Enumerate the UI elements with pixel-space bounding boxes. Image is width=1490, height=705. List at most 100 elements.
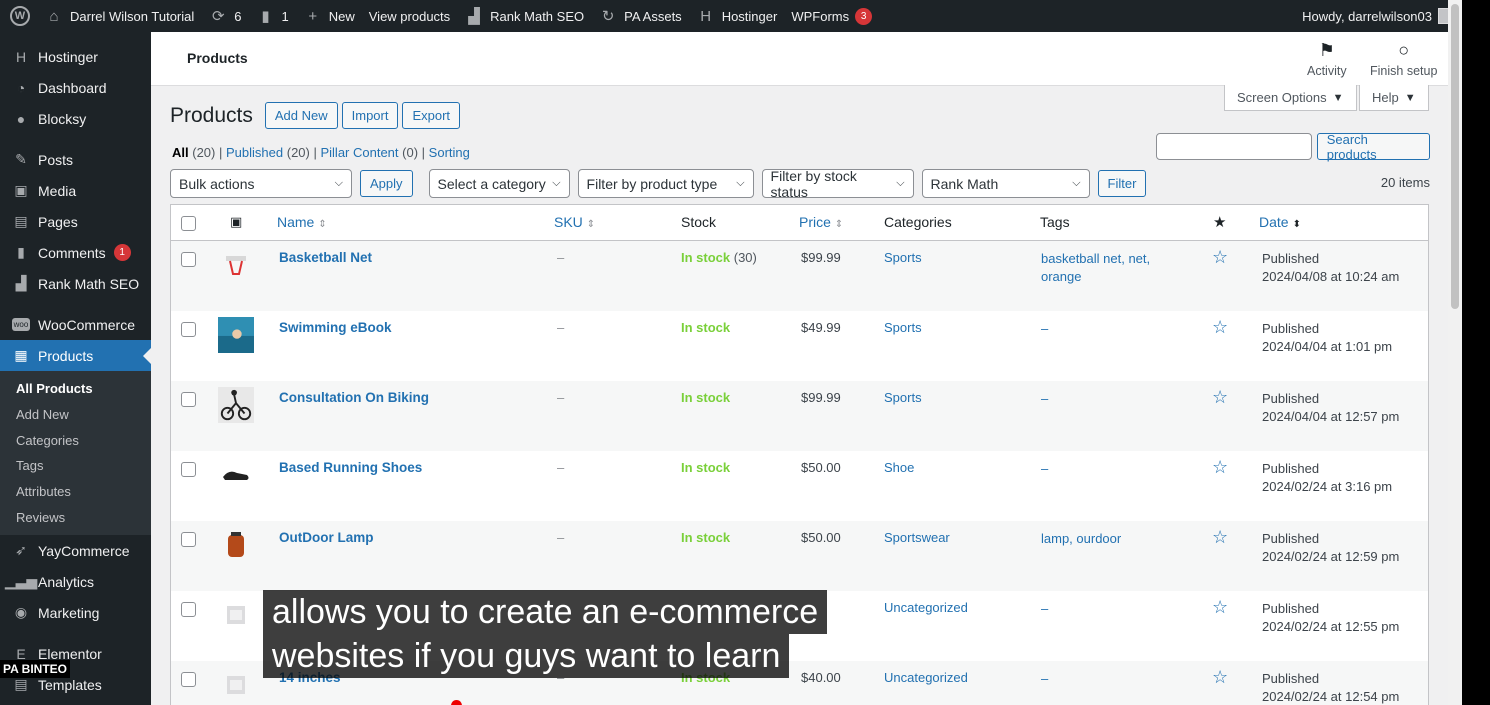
hostinger-link[interactable]: H Hostinger [689,0,785,32]
column-sku[interactable]: SKU ⇕ [554,214,595,230]
star-icon[interactable]: ☆ [1212,247,1228,268]
sidebar-item-analytics[interactable]: ▁▃▅ Analytics [0,566,151,597]
submenu-add-new[interactable]: Add New [0,402,151,428]
account-menu[interactable]: Howdy, darrelwilson03 [1295,0,1462,32]
filter-sorting[interactable]: Sorting [429,145,470,160]
row-checkbox[interactable] [181,392,196,407]
product-name-link[interactable]: Based Running Shoes [279,460,422,475]
star-icon[interactable]: ☆ [1212,317,1228,338]
wpforms-link[interactable]: WPForms 3 [784,0,879,32]
submenu-all-products[interactable]: All Products [0,376,151,402]
product-thumbnail[interactable] [218,317,254,353]
scrollbar[interactable] [1448,0,1462,705]
sidebar-item-yaycommerce[interactable]: ➶ YayCommerce [0,535,151,566]
tags-link[interactable]: – [1041,601,1048,616]
column-name[interactable]: Name ⇕ [277,214,327,230]
row-checkbox[interactable] [181,252,196,267]
activity-button[interactable]: ⚑ Activity [1307,40,1347,78]
product-thumbnail[interactable] [218,667,254,703]
star-icon[interactable]: ☆ [1212,387,1228,408]
filter-pillar[interactable]: Pillar Content (0) [320,145,418,160]
finish-setup-button[interactable]: ○ Finish setup [1370,40,1437,78]
category-link[interactable]: Sports [884,250,922,265]
sidebar-item-blocksy[interactable]: ● Blocksy [0,103,151,134]
column-date[interactable]: Date ⬍ [1259,214,1301,230]
table-row[interactable]: Basketball Net – In stock (30) $99.99 Sports… [171,241,1428,311]
star-icon[interactable]: ☆ [1212,667,1228,688]
product-thumbnail[interactable] [218,597,254,633]
screen-options-button[interactable]: Screen Options ▼ [1224,85,1357,111]
tags-link[interactable]: – [1041,461,1048,476]
category-link[interactable]: Sportswear [884,530,950,545]
submenu-categories[interactable]: Categories [0,427,151,453]
product-thumbnail[interactable] [218,457,254,493]
product-name-link[interactable]: OutDoor Lamp [279,530,374,545]
product-thumbnail[interactable] [218,527,254,563]
submenu-attributes[interactable]: Attributes [0,479,151,505]
row-checkbox[interactable] [181,322,196,337]
row-checkbox[interactable] [181,672,196,687]
tags-link[interactable]: basketball net, net, [1041,251,1150,266]
sidebar-item-products[interactable]: ▦ Products [0,340,151,371]
tags-link[interactable]: – [1041,671,1048,686]
star-icon[interactable]: ☆ [1212,457,1228,478]
sidebar-item-posts[interactable]: ✎ Posts [0,144,151,175]
submenu-reviews[interactable]: Reviews [0,504,151,530]
view-products-link[interactable]: View products [362,0,457,32]
updates-link[interactable]: ⟳ 6 [201,0,248,32]
table-row[interactable]: Based Running Shoes – In stock $50.00 Shoe –… [171,451,1428,521]
category-link[interactable]: Sports [884,390,922,405]
filter-button[interactable]: Filter [1097,170,1147,197]
pa-assets-link[interactable]: ↻ PA Assets [591,0,689,32]
add-new-button[interactable]: Add New [264,102,338,129]
category-select[interactable]: Select a category ⌵ [428,169,570,198]
table-row[interactable]: Consultation On Biking – In stock $99.99 Sp… [171,381,1428,451]
category-link[interactable]: Shoe [884,460,914,475]
product-name-link[interactable]: Swimming eBook [279,320,392,335]
rankmath-link[interactable]: ▟ Rank Math SEO [457,0,591,32]
star-icon[interactable]: ☆ [1212,527,1228,548]
product-thumbnail[interactable] [218,247,254,283]
tags-link[interactable]: lamp, ourdoor [1041,531,1121,546]
site-name-link[interactable]: ⌂ Darrel Wilson Tutorial [37,0,201,32]
new-content-link[interactable]: + New [296,0,362,32]
product-name-link[interactable]: Basketball Net [279,250,372,265]
row-checkbox[interactable] [181,602,196,617]
tags-link[interactable]: – [1041,391,1048,406]
category-link[interactable]: Uncategorized [884,670,968,685]
search-input[interactable] [1156,133,1312,160]
sidebar-item-woocommerce[interactable]: woo WooCommerce [0,309,151,340]
table-row[interactable]: OutDoor Lamp – In stock $50.00 Sportswear la… [171,521,1428,591]
tags-link[interactable]: – [1041,321,1048,336]
sidebar-item-pages[interactable]: ▤ Pages [0,206,151,237]
submenu-tags[interactable]: Tags [0,453,151,479]
sidebar-item-dashboard[interactable]: ◔ Dashboard [0,72,151,103]
comments-link[interactable]: ▮ 1 [249,0,296,32]
filter-all[interactable]: All (20) [172,145,215,160]
sidebar-item-marketing[interactable]: ◉ Marketing [0,597,151,628]
column-price[interactable]: Price ⇕ [799,214,843,230]
export-button[interactable]: Export [402,102,461,129]
tags-link-2[interactable]: orange [1041,269,1081,284]
row-checkbox[interactable] [181,532,196,547]
scrollbar-thumb[interactable] [1451,4,1459,309]
sidebar-item-rankmath[interactable]: ▟ Rank Math SEO [0,268,151,299]
search-products-button[interactable]: Search products [1316,132,1430,162]
help-button[interactable]: Help ▼ [1359,85,1429,111]
sidebar-item-hostinger[interactable]: H Hostinger [0,41,151,72]
sidebar-item-media[interactable]: ▣ Media [0,175,151,206]
import-button[interactable]: Import [341,102,399,129]
table-row[interactable]: Swimming eBook – In stock $49.99 Sports – ☆ Pu… [171,311,1428,381]
category-link[interactable]: Uncategorized [884,600,968,615]
row-checkbox[interactable] [181,462,196,477]
filter-published[interactable]: Published (20) [226,145,310,160]
stock-status-select[interactable]: Filter by stock status ⌵ [761,168,914,200]
select-all-checkbox[interactable] [181,216,196,231]
bulk-actions-select[interactable]: Bulk actions ⌵ [170,169,352,198]
sidebar-item-comments[interactable]: ▮ Comments 1 [0,237,151,268]
star-icon[interactable]: ☆ [1212,597,1228,618]
rank-math-select[interactable]: Rank Math ⌵ [921,169,1090,198]
product-name-link[interactable]: Consultation On Biking [279,390,429,405]
category-link[interactable]: Sports [884,320,922,335]
apply-button[interactable]: Apply [360,170,413,197]
